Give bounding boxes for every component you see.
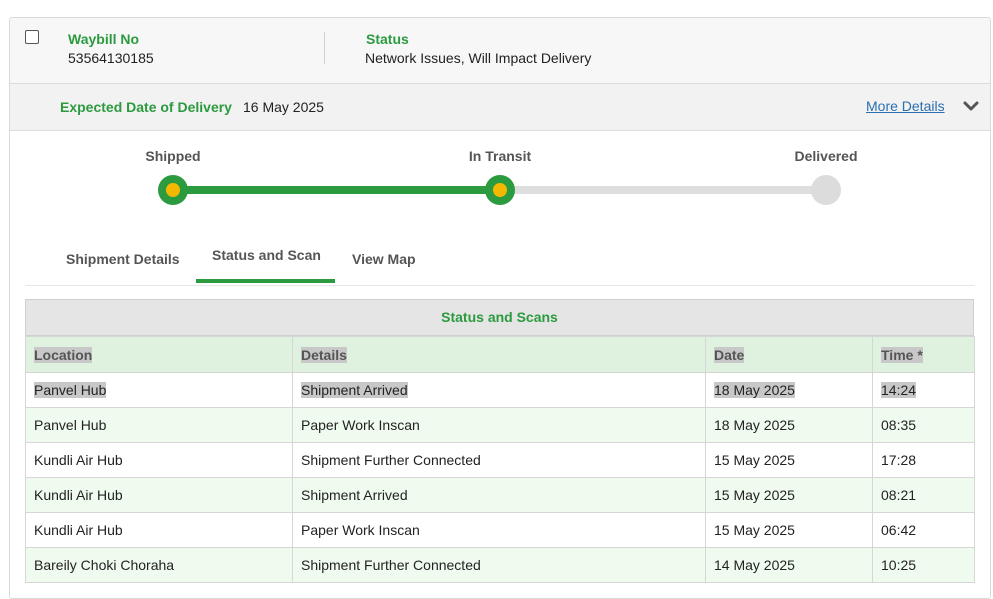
step-node-shipped: [158, 175, 188, 205]
shipment-card: Waybill No 53564130185 Status Network Is…: [9, 17, 991, 599]
tab-shipment-details[interactable]: Shipment Details: [66, 251, 180, 267]
cell-time: 14:24: [872, 372, 975, 408]
chevron-down-icon[interactable]: [962, 97, 980, 115]
tab-view-map[interactable]: View Map: [352, 251, 416, 267]
cell-text: 15 May 2025: [714, 487, 795, 503]
step-node-in-transit: [485, 175, 515, 205]
table-row: Kundli Air Hub Shipment Further Connected…: [25, 442, 975, 478]
table-row: Panvel Hub Shipment Arrived 18 May 2025 14:…: [25, 372, 975, 408]
cell-details: Paper Work Inscan: [292, 512, 706, 548]
cell-time: 17:28: [872, 442, 975, 478]
cell-text: 18 May 2025: [714, 417, 795, 433]
column-header-details: Details: [292, 336, 706, 373]
cell-details: Shipment Arrived: [292, 477, 706, 513]
table-title: Status and Scans: [25, 299, 974, 336]
cell-date: 15 May 2025: [705, 477, 873, 513]
cell-date: 18 May 2025: [705, 407, 873, 443]
waybill-number: 53564130185: [68, 50, 154, 66]
header-text: Time *: [881, 346, 923, 363]
cell-date: 15 May 2025: [705, 512, 873, 548]
edd-label: Expected Date of Delivery: [60, 99, 232, 115]
cell-text: 08:35: [881, 417, 917, 433]
header-text: Date: [714, 346, 745, 363]
step-dot: [166, 183, 180, 197]
cell-text: Paper Work Inscan: [301, 522, 420, 538]
header-text: Details: [301, 346, 347, 363]
step-dot: [493, 183, 507, 197]
cell-text: Kundli Air Hub: [34, 452, 123, 468]
status-scans-table: Status and Scans Location Details Date T…: [25, 299, 975, 583]
cell-time: 06:42: [872, 512, 975, 548]
cell-text: 18 May 2025: [714, 382, 795, 398]
header-text: Location: [34, 346, 93, 363]
cell-text: Kundli Air Hub: [34, 522, 123, 538]
more-details-link[interactable]: More Details: [866, 98, 945, 114]
cell-text: Paper Work Inscan: [301, 417, 420, 433]
tab-status-and-scan[interactable]: Status and Scan: [212, 247, 321, 263]
table-row: Kundli Air Hub Shipment Arrived 15 May 202…: [25, 477, 975, 513]
select-checkbox[interactable]: [25, 30, 39, 44]
step-node-delivered: [811, 175, 841, 205]
column-header-date: Date: [705, 336, 873, 373]
cell-text: Shipment Further Connected: [301, 452, 481, 468]
status-value: Network Issues, Will Impact Delivery: [365, 50, 592, 66]
table-row: Bareily Choki Choraha Shipment Further Co…: [25, 547, 975, 583]
cell-text: Shipment Arrived: [301, 487, 408, 503]
cell-text: Shipment Further Connected: [301, 557, 481, 573]
cell-text: 06:42: [881, 522, 917, 538]
cell-time: 08:21: [872, 477, 975, 513]
cell-details: Shipment Further Connected: [292, 547, 706, 583]
cell-time: 10:25: [872, 547, 975, 583]
cell-details: Paper Work Inscan: [292, 407, 706, 443]
delivery-progress-tracker: Shipped In Transit Delivered: [10, 131, 990, 241]
cell-text: Kundli Air Hub: [34, 487, 123, 503]
cell-location: Kundli Air Hub: [25, 512, 293, 548]
column-header-time: Time *: [872, 336, 975, 373]
cell-location: Kundli Air Hub: [25, 477, 293, 513]
header-divider: [324, 32, 325, 64]
table-row: Kundli Air Hub Paper Work Inscan 15 May 20…: [25, 512, 975, 548]
cell-location: Kundli Air Hub: [25, 442, 293, 478]
cell-text: Shipment Arrived: [301, 382, 408, 398]
column-header-location: Location: [25, 336, 293, 373]
cell-text: 14 May 2025: [714, 557, 795, 573]
cell-text: 15 May 2025: [714, 452, 795, 468]
cell-location: Bareily Choki Choraha: [25, 547, 293, 583]
waybill-label: Waybill No: [68, 31, 140, 47]
cell-date: 14 May 2025: [705, 547, 873, 583]
status-label: Status: [366, 31, 409, 47]
cell-location: Panvel Hub: [25, 372, 293, 408]
cell-text: 14:24: [881, 382, 917, 398]
active-tab-underline: [196, 279, 335, 283]
cell-date: 15 May 2025: [705, 442, 873, 478]
scans-grid: Location Details Date Time * Panvel Hub S…: [25, 336, 975, 583]
cell-text: 08:21: [881, 487, 917, 503]
table-row: Panvel Hub Paper Work Inscan 18 May 2025 08…: [25, 407, 975, 443]
cell-location: Panvel Hub: [25, 407, 293, 443]
expected-delivery-bar: Expected Date of Delivery 16 May 2025 Mo…: [10, 84, 990, 131]
cell-text: 15 May 2025: [714, 522, 795, 538]
table-header-row: Location Details Date Time *: [25, 336, 975, 373]
detail-tabs: Shipment Details Status and Scan View Ma…: [25, 233, 975, 286]
shipment-header: Waybill No 53564130185 Status Network Is…: [10, 18, 990, 84]
cell-details: Shipment Further Connected: [292, 442, 706, 478]
cell-text: 17:28: [881, 452, 917, 468]
cell-text: 10:25: [881, 557, 917, 573]
cell-text: Panvel Hub: [34, 382, 107, 398]
progress-bar-complete: [173, 186, 501, 194]
progress-bar-remaining: [501, 186, 827, 194]
edd-value: 16 May 2025: [243, 99, 324, 115]
cell-time: 08:35: [872, 407, 975, 443]
cell-text: Panvel Hub: [34, 417, 107, 433]
step-label-delivered: Delivered: [794, 148, 858, 164]
cell-details: Shipment Arrived: [292, 372, 706, 408]
step-label-shipped: Shipped: [145, 148, 201, 164]
step-label-in-transit: In Transit: [468, 148, 532, 164]
cell-text: Bareily Choki Choraha: [34, 557, 175, 573]
cell-date: 18 May 2025: [705, 372, 873, 408]
